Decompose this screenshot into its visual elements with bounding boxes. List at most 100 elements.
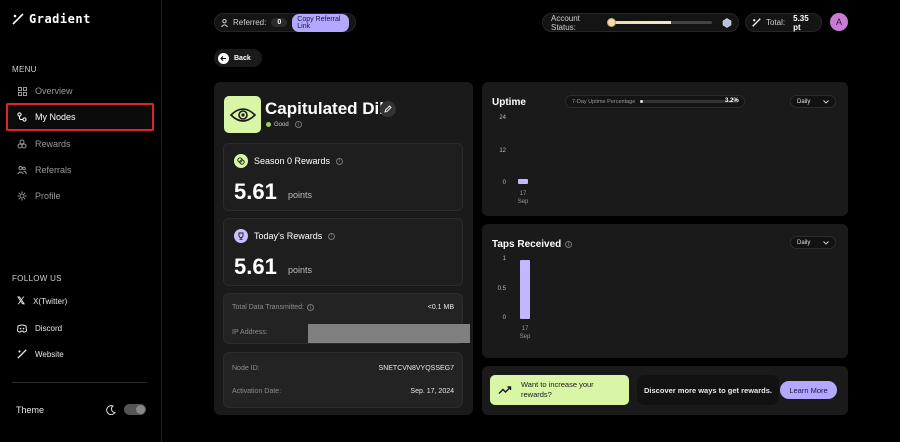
edit-name-button[interactable] (380, 101, 396, 117)
season-rewards-card: Season 0 Rewards i 5.61 points (223, 143, 463, 211)
grid-icon (17, 86, 27, 96)
moon-icon (106, 404, 116, 415)
arrow-left-icon (218, 52, 229, 64)
x-icon: 𝕏 (17, 295, 26, 307)
trending-up-icon (498, 385, 512, 395)
sidebar-item-rewards[interactable]: Rewards (6, 131, 154, 157)
x-tick-label: 17 (519, 191, 527, 197)
info-icon[interactable]: i (306, 304, 314, 311)
follow-discord[interactable]: Discord (6, 317, 154, 339)
chart-bar[interactable] (520, 260, 530, 319)
node-avatar (224, 96, 261, 133)
node-id-label: Node ID: (232, 365, 260, 372)
back-button[interactable]: Back (214, 49, 262, 67)
sidebar-item-overview[interactable]: Overview (6, 78, 154, 104)
promo-text: Want to increase your rewards? (521, 380, 594, 400)
season-rewards-label: Season 0 Rewards (254, 156, 331, 166)
status-text: Good (274, 121, 289, 128)
node-panel: Capitulated Dill Good i Season 0 Rewards… (214, 82, 473, 415)
data-transmitted-row: Total Data Transmitted: i (232, 304, 314, 311)
node-details-card: Node ID: SNETCVN8VYQSSEG7 Activation Dat… (223, 352, 463, 408)
info-icon[interactable]: i (294, 121, 302, 128)
sidebar-divider (12, 382, 147, 383)
x-tick-label: 17 (521, 326, 529, 332)
data-transmitted-card: Total Data Transmitted: i <0.1 MB IP Add… (223, 293, 470, 344)
y-tick-label: 0 (502, 315, 506, 321)
coins-icon (234, 154, 248, 168)
user-icon (221, 18, 228, 27)
account-status-pill: Account Status: (542, 13, 739, 32)
data-transmitted-label: Total Data Transmitted: (232, 304, 304, 311)
discover-text: Discover more ways to get rewards. (637, 375, 779, 405)
rewards-icon (17, 139, 27, 149)
total-points-pill: Total: 5.35 pt (745, 13, 822, 32)
promo-line-2: rewards? (521, 390, 552, 399)
sidebar-item-profile[interactable]: Profile (6, 183, 154, 209)
today-rewards-header: Today's Rewards i (234, 229, 336, 243)
sidebar: Gradient MENU Overview My Nodes Rewards … (0, 0, 162, 442)
promo-panel: Want to increase your rewards? Discover … (482, 366, 848, 415)
referred-label: Referred: (233, 18, 267, 27)
eye-icon (229, 107, 256, 123)
follow-label: Website (35, 349, 64, 359)
trophy-icon (234, 229, 248, 243)
menu-label: MENU (12, 65, 37, 74)
theme-toggle[interactable] (124, 404, 146, 415)
total-label: Total: (766, 18, 786, 27)
ip-address-label: IP Address: (232, 329, 268, 336)
points-unit: points (288, 190, 313, 200)
y-tick-label: 0 (502, 180, 506, 186)
link-icon (17, 112, 27, 122)
referral-pill: Referred: 0 Copy Referral Link (214, 13, 356, 32)
promo-card: Want to increase your rewards? (490, 375, 629, 405)
pencil-icon (384, 105, 392, 113)
slider-knob[interactable] (607, 18, 617, 27)
y-tick-label: 0.5 (497, 285, 506, 292)
ip-address-redacted (308, 324, 470, 343)
node-status: Good i (266, 121, 302, 128)
y-tick-label: 24 (499, 115, 506, 121)
points-unit: points (288, 265, 313, 275)
data-transmitted-value: <0.1 MB (427, 304, 454, 311)
promo-line-1: Want to increase your (521, 380, 594, 389)
logo-text: Gradient (29, 12, 91, 26)
sidebar-item-label: Referrals (35, 165, 72, 175)
today-rewards-label: Today's Rewards (254, 231, 323, 241)
back-label: Back (234, 54, 251, 62)
gradient-logo-icon (12, 13, 24, 25)
sidebar-item-label: My Nodes (35, 112, 76, 122)
sidebar-item-referrals[interactable]: Referrals (6, 157, 154, 183)
avatar[interactable]: A (830, 13, 848, 31)
follow-website[interactable]: Website (6, 343, 154, 365)
season-rewards-header: Season 0 Rewards i (234, 154, 344, 168)
node-id-value[interactable]: SNETCVN8VYQSSEG7 (379, 365, 454, 372)
info-icon[interactable]: i (328, 232, 336, 240)
activation-date-value: Sep. 17, 2024 (410, 388, 454, 395)
referrals-icon (17, 165, 27, 175)
follow-label: X(Twitter) (33, 296, 68, 306)
taps-chart: 1 0.5 0 17 Sep (482, 224, 848, 358)
learn-more-button[interactable]: Learn More (780, 381, 837, 399)
x-tick-label: Sep (519, 334, 531, 340)
discord-icon (17, 324, 27, 333)
x-tick-label: Sep (517, 199, 529, 205)
follow-label: Discord (35, 323, 63, 333)
account-status-slider[interactable] (607, 18, 712, 27)
sidebar-item-my-nodes[interactable]: My Nodes (6, 103, 154, 131)
chart-bar[interactable] (518, 178, 528, 184)
logo[interactable]: Gradient (12, 12, 91, 26)
y-tick-label: 1 (502, 256, 506, 262)
settings-icon (17, 191, 27, 201)
activation-date-label: Activation Date: (232, 388, 282, 395)
follow-twitter[interactable]: 𝕏 X(Twitter) (6, 290, 154, 312)
uptime-panel: Uptime 7-Day Uptime Percentage 3.2% Dail… (482, 82, 848, 216)
follow-us-label: FOLLOW US (12, 274, 62, 283)
total-value: 5.35 pt (793, 13, 809, 32)
copy-referral-link-button[interactable]: Copy Referral Link (292, 13, 349, 32)
uptime-chart: 24 12 0 17 Sep (482, 82, 848, 216)
status-dot (266, 122, 271, 127)
sidebar-item-label: Profile (35, 191, 61, 201)
taps-panel: Taps Received i Daily 1 0.5 0 17 Sep (482, 224, 848, 358)
info-icon[interactable]: i (336, 157, 344, 165)
season-rewards-value: 5.61 (234, 179, 277, 204)
